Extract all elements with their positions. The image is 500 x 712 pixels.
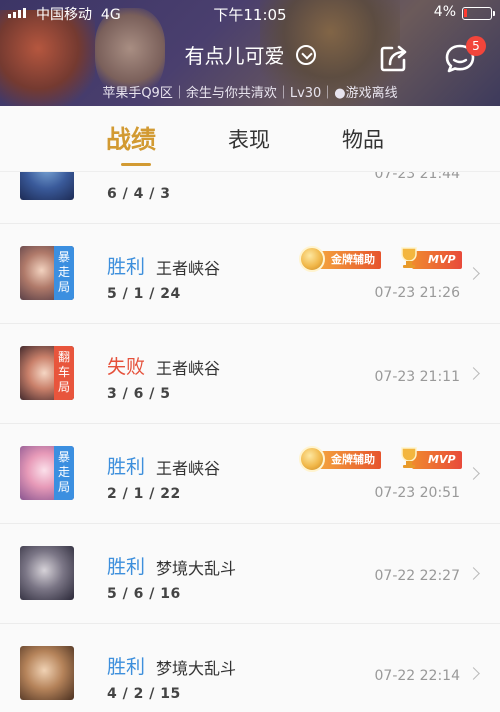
map-name: 梦境大乱斗	[156, 659, 237, 678]
match-time: 07-22 22:14	[374, 668, 460, 684]
hero-avatar	[20, 172, 74, 200]
player-switcher[interactable]: 有点儿可爱	[0, 40, 500, 74]
map-name: 王者峡谷	[156, 259, 221, 278]
map-name: 王者峡谷	[156, 359, 221, 378]
gold-support-badge: 金牌辅助	[299, 446, 389, 472]
profile-header: 中国移动 4G 下午11:05 4% 有点儿可爱 5 苹果手Q9区｜余生与你共清…	[0, 0, 500, 106]
match-row[interactable]: 胜利 梦境大乱斗 4 / 2 / 15 07-22 22:14	[0, 624, 500, 712]
match-row[interactable]: 翻车局 失败 王者峡谷 3 / 6 / 5 07-23 21:11	[0, 324, 500, 424]
battery-percent: 4%	[433, 4, 456, 20]
chevron-right-icon	[467, 467, 480, 480]
battery-icon	[462, 7, 495, 20]
map-name: 梦境大乱斗	[156, 559, 237, 578]
message-count-badge: 5	[466, 36, 486, 56]
tab-performance[interactable]: 表现	[228, 124, 270, 154]
mode-tag-rampage: 暴走局	[54, 246, 74, 300]
kda-value: 4 / 2 / 15	[107, 686, 181, 702]
kda-value: 5 / 1 / 24	[107, 286, 181, 302]
tab-records[interactable]: 战绩	[106, 120, 156, 156]
tab-bar: 战绩 表现 物品	[0, 106, 500, 172]
mode-tag-rampage: 暴走局	[54, 446, 74, 500]
match-list[interactable]: 6 / 4 / 3 07-23 21:44 暴走局 胜利 王者峡谷 金牌辅助 M…	[0, 172, 500, 712]
match-row[interactable]: 暴走局 胜利 王者峡谷 金牌辅助 MVP 2 / 1 / 22 07-23 20…	[0, 424, 500, 524]
gold-support-badge: 金牌辅助	[299, 246, 389, 272]
match-result: 胜利	[107, 456, 146, 478]
trophy-icon	[401, 247, 417, 268]
match-time: 07-23 21:11	[374, 369, 460, 385]
kda-value: 5 / 6 / 16	[107, 586, 181, 602]
mvp-badge: MVP	[396, 446, 462, 472]
mode-tag-overturn: 翻车局	[54, 346, 74, 400]
hero-avatar	[20, 646, 74, 700]
share-icon[interactable]	[378, 42, 410, 74]
match-time: 07-22 22:27	[374, 568, 460, 584]
match-time: 07-23 21:44	[374, 172, 460, 182]
hero-avatar: 翻车局	[20, 346, 74, 400]
match-result: 胜利	[107, 556, 146, 578]
match-result: 失败	[107, 356, 146, 378]
medal-icon	[299, 246, 325, 272]
match-time: 07-23 20:51	[374, 485, 460, 501]
medal-icon	[299, 446, 325, 472]
tab-items[interactable]: 物品	[342, 124, 384, 154]
match-result: 胜利	[107, 656, 146, 678]
status-bar: 中国移动 4G 下午11:05 4%	[0, 0, 500, 24]
kda-value: 2 / 1 / 22	[107, 486, 181, 502]
clock: 下午11:05	[213, 6, 287, 24]
match-result: 胜利	[107, 256, 146, 278]
trophy-icon	[401, 447, 417, 468]
hero-avatar	[20, 546, 74, 600]
match-time: 07-23 21:26	[374, 285, 460, 301]
map-name: 王者峡谷	[156, 459, 221, 478]
match-row[interactable]: 6 / 4 / 3 07-23 21:44	[0, 172, 500, 224]
kda-value: 6 / 4 / 3	[107, 186, 171, 202]
chevron-right-icon	[467, 267, 480, 280]
active-tab-indicator	[121, 163, 151, 166]
chevron-right-icon	[467, 667, 480, 680]
player-name: 有点儿可爱	[184, 44, 285, 68]
mvp-badge: MVP	[396, 246, 462, 272]
chevron-right-icon	[467, 367, 480, 380]
hero-avatar: 暴走局	[20, 246, 74, 300]
kda-value: 3 / 6 / 5	[107, 386, 171, 402]
match-row[interactable]: 胜利 梦境大乱斗 5 / 6 / 16 07-22 22:27	[0, 524, 500, 624]
player-info: 苹果手Q9区｜余生与你共清欢｜Lv30｜●游戏离线	[102, 86, 398, 101]
chevron-right-icon	[467, 567, 480, 580]
chevron-down-icon[interactable]	[295, 44, 316, 65]
hero-avatar: 暴走局	[20, 446, 74, 500]
match-row[interactable]: 暴走局 胜利 王者峡谷 金牌辅助 MVP 5 / 1 / 24 07-23 21…	[0, 224, 500, 324]
